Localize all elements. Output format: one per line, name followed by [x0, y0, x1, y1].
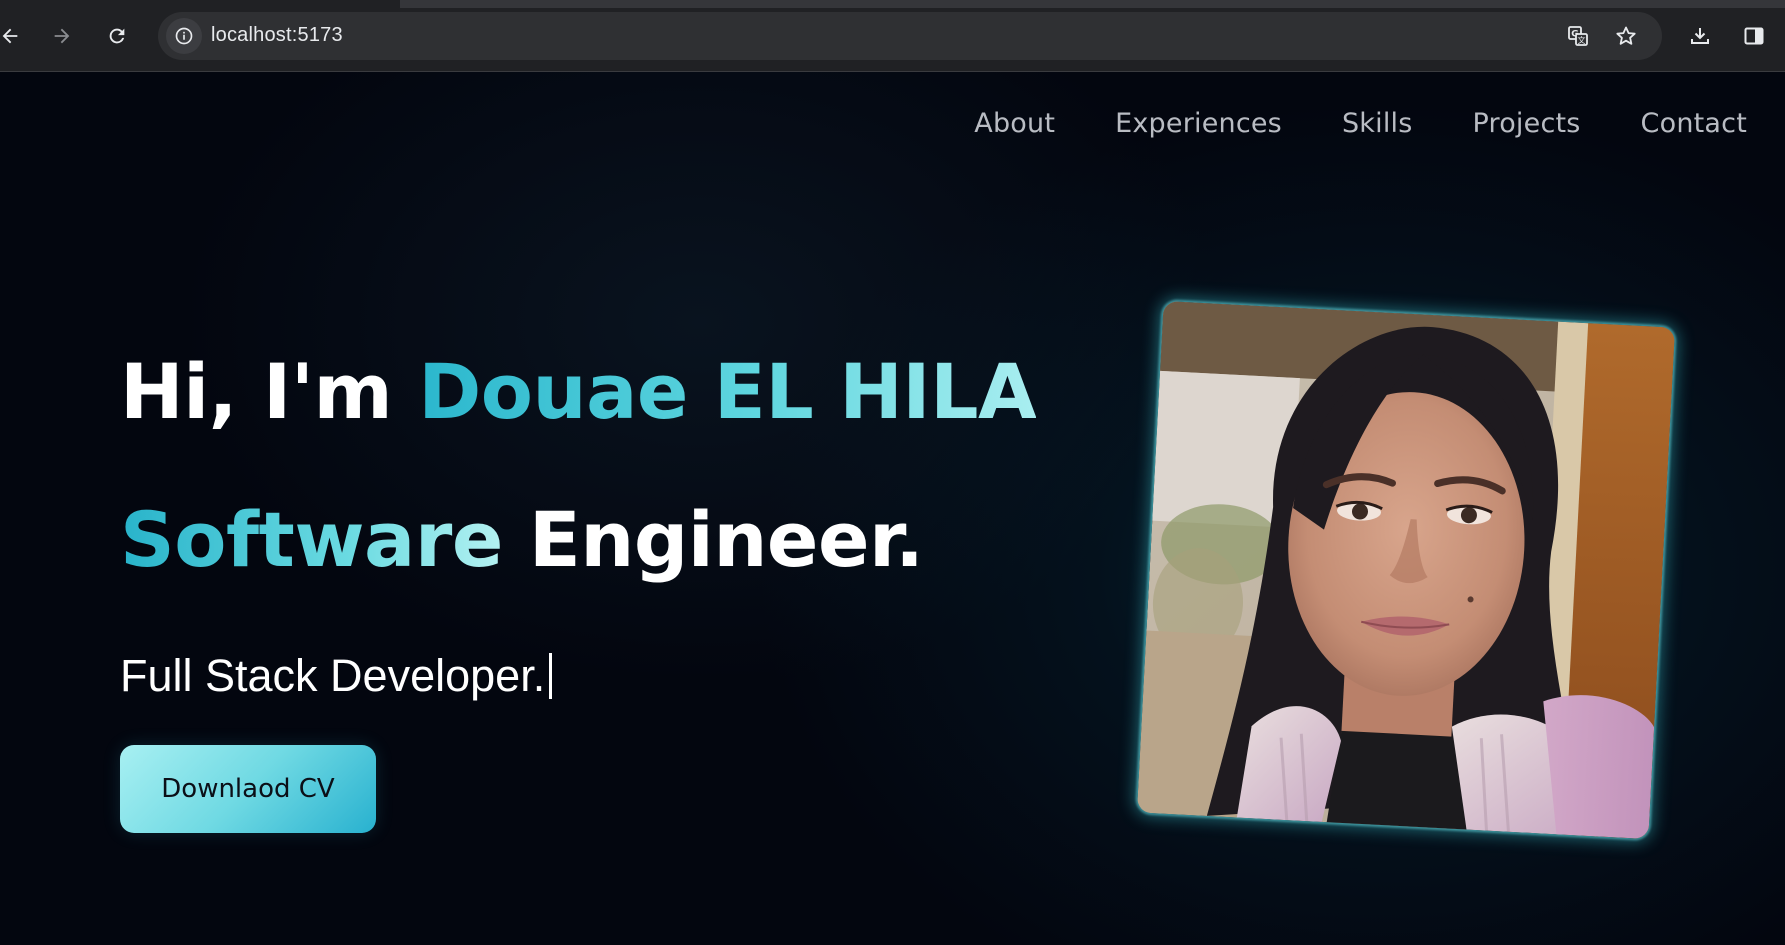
svg-text:文: 文: [1578, 35, 1586, 45]
typed-text: Full Stack Developer.: [120, 650, 546, 701]
hero-greeting-line: Hi, I'm Douae EL HILA: [120, 354, 1037, 430]
nav-item-about[interactable]: About: [974, 108, 1055, 139]
active-tab-edge: [0, 0, 400, 8]
portfolio-page: About Experiences Skills Projects Contac…: [0, 72, 1785, 945]
tab-strip: [0, 0, 1785, 8]
browser-toolbar: localhost:5173 G文: [0, 0, 1785, 72]
back-arrow-icon[interactable]: [0, 18, 28, 54]
nav-item-skills[interactable]: Skills: [1342, 108, 1413, 139]
info-icon[interactable]: [166, 18, 202, 54]
role-highlight: Software: [120, 495, 503, 584]
side-panel-icon[interactable]: [1736, 18, 1772, 54]
nav-item-projects[interactable]: Projects: [1473, 108, 1581, 139]
hero-role-line: Software Engineer.: [120, 502, 924, 578]
nav-item-experiences[interactable]: Experiences: [1115, 108, 1282, 139]
forward-arrow-icon[interactable]: [44, 18, 80, 54]
star-icon[interactable]: [1610, 20, 1642, 52]
site-nav: About Experiences Skills Projects Contac…: [974, 108, 1747, 139]
role-rest: Engineer.: [528, 495, 924, 584]
translate-icon[interactable]: G文: [1562, 20, 1594, 52]
download-cv-button[interactable]: Downlaod CV: [120, 745, 376, 833]
hero-name: Douae EL HILA: [418, 347, 1037, 436]
profile-photo: [1136, 300, 1676, 840]
greeting-text: Hi, I'm: [120, 347, 393, 436]
nav-item-contact[interactable]: Contact: [1641, 108, 1747, 139]
reload-icon[interactable]: [99, 18, 135, 54]
download-icon[interactable]: [1682, 18, 1718, 54]
address-bar[interactable]: localhost:5173 G文: [158, 12, 1662, 60]
url-text[interactable]: localhost:5173: [211, 24, 343, 47]
typing-cursor: [549, 653, 553, 699]
typed-subtitle: Full Stack Developer.: [120, 650, 553, 702]
